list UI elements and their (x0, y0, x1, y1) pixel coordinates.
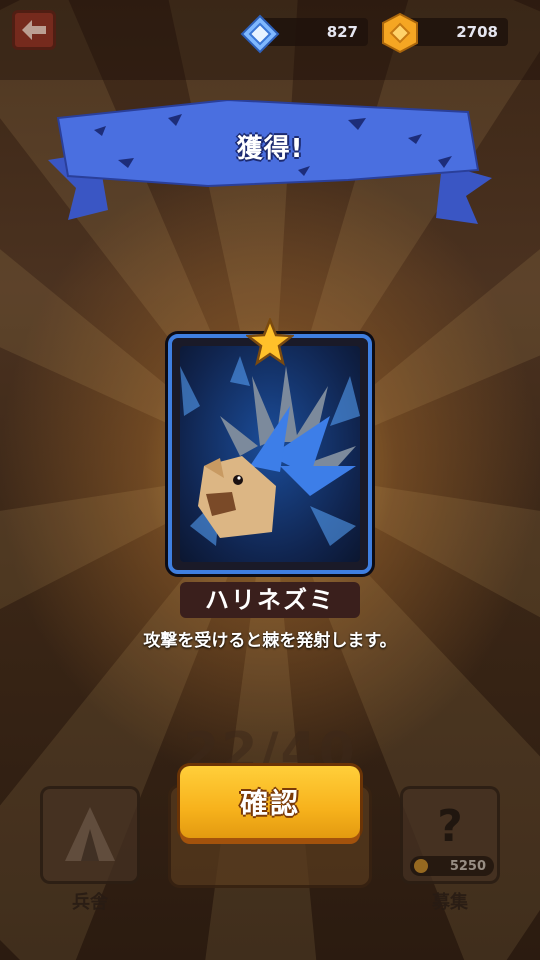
unit-name: ハリネズミ (180, 582, 360, 618)
back-arrow-icon (22, 20, 46, 40)
recruit-price: 5250 (410, 856, 494, 876)
recruit-label: 募集 (432, 892, 468, 913)
acquired-title: 獲得! (236, 134, 304, 164)
coin-count: 2708 (456, 23, 498, 41)
back-button[interactable] (12, 10, 56, 50)
barracks-tile (40, 786, 140, 884)
tent-icon (65, 807, 115, 861)
recruit-price-value: 5250 (449, 858, 486, 874)
banner-ribbon (48, 100, 492, 224)
confirm-button[interactable]: 確認 (180, 766, 360, 838)
hedgehog-illustration (180, 356, 360, 546)
gem-count: 827 (326, 23, 358, 41)
coin-icon (382, 12, 418, 54)
svg-text:?: ? (437, 801, 463, 852)
barracks-label: 兵舎 (72, 892, 108, 913)
unit-card (168, 334, 372, 574)
unit-portrait (180, 346, 360, 562)
question-mark-icon: ? (437, 801, 463, 852)
coin-icon-small (414, 859, 428, 873)
unit-description: 攻撃を受けると棘を発射します。 (143, 631, 397, 651)
star-icon (246, 318, 294, 366)
gem-icon (240, 14, 280, 54)
